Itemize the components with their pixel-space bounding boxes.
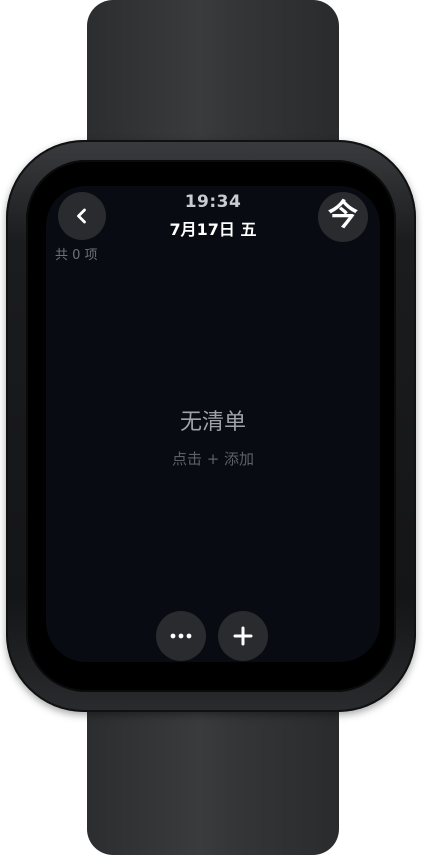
add-button[interactable] [218, 611, 268, 661]
item-count: 共 0 项 [55, 248, 98, 263]
more-horizontal-icon [170, 633, 192, 639]
plus-icon [233, 626, 253, 646]
empty-state-title: 无清单 [179, 410, 246, 435]
empty-state-hint: 点击 + 添加 [171, 450, 255, 468]
today-button[interactable]: 今 [318, 192, 368, 242]
more-button[interactable] [156, 611, 206, 661]
today-label: 今 [328, 198, 358, 233]
watch-screen: 19:34 7月17日 五 今 共 0 项 无清单 点击 + 添加 [46, 186, 380, 662]
